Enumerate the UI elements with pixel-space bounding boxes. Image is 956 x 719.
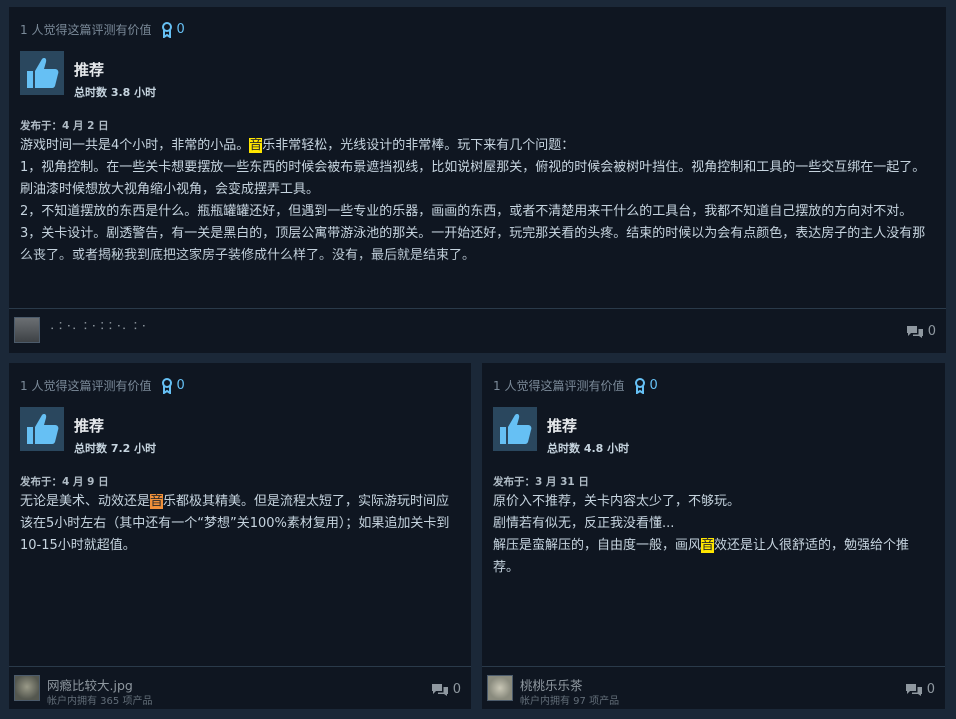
avatar[interactable] xyxy=(14,317,40,343)
recommendation-label: 推荐 xyxy=(74,61,105,79)
award-count: 0 xyxy=(176,378,185,393)
review-body: 原价入不推荐，关卡内容太少了，不够玩。 剧情若有似无，反正我没看懂... 解压是… xyxy=(493,491,933,579)
award-ribbon-icon xyxy=(162,21,173,38)
products-owned: 帐户内拥有 365 项产品 xyxy=(47,696,153,707)
recommendation-label: 推荐 xyxy=(547,417,578,435)
award-ribbon-icon xyxy=(635,377,646,394)
text-fade-overlay xyxy=(20,253,935,291)
review-body: 游戏时间一共是4个小时，非常的小品。音乐非常轻松，光线设计的非常棒。玩下来有几个… xyxy=(20,135,935,291)
review-text: 无论是美术、动效还是 xyxy=(20,494,151,509)
search-highlight: 音 xyxy=(249,138,263,153)
helpful-text: 1 人觉得这篇评测有价值 xyxy=(493,379,625,393)
search-highlight: 音 xyxy=(701,538,715,553)
award-button[interactable]: 0 xyxy=(634,377,658,394)
comment-count: 0 xyxy=(452,682,461,697)
helpful-count-row: 1 人觉得这篇评测有价值 0 xyxy=(20,21,185,38)
review-card: 1 人觉得这篇评测有价值 0 推荐 总时数 7.2 小时 发布于：4 月 9 日… xyxy=(9,363,471,709)
comments-button[interactable]: 0 xyxy=(906,324,936,339)
award-button[interactable]: 0 xyxy=(161,21,185,38)
comment-count: 0 xyxy=(927,324,936,339)
comments-button[interactable]: 0 xyxy=(905,682,935,697)
review-paragraph: 2，不知道摆放的东西是什么。瓶瓶罐罐还好，但遇到一些专业的乐器，画画的东西，或者… xyxy=(20,204,913,219)
review-text: 游戏时间一共是4个小时，非常的小品。 xyxy=(20,138,250,153)
comments-button[interactable]: 0 xyxy=(431,682,461,697)
review-body: 无论是美术、动效还是音乐都极其精美。但是流程太短了，实际游玩时间应该在5小时左右… xyxy=(20,491,460,557)
comment-count: 0 xyxy=(926,682,935,697)
review-footer: 网瘾比较大.jpg 帐户内拥有 365 项产品 0 xyxy=(9,666,471,709)
review-card: 1 人觉得这篇评测有价值 0 推荐 总时数 3.8 小时 发布于：4 月 2 日… xyxy=(9,7,946,353)
award-count: 0 xyxy=(176,22,185,37)
review-card: 1 人觉得这篇评测有价值 0 推荐 总时数 4.8 小时 发布于：3 月 31 … xyxy=(482,363,945,709)
review-text: 解压是蛮解压的，自由度一般，画风 xyxy=(493,538,702,553)
hours-played: 总时数 3.8 小时 xyxy=(74,86,157,99)
review-paragraph: 原价入不推荐，关卡内容太少了，不够玩。 xyxy=(493,494,741,509)
award-button[interactable]: 0 xyxy=(161,377,185,394)
review-text: 乐非常轻松，光线设计的非常棒。玩下来有几个问题： xyxy=(262,138,575,153)
thumbs-up-icon xyxy=(20,407,64,451)
thumbs-up-icon xyxy=(20,51,64,95)
posted-date: 发布于：4 月 2 日 xyxy=(20,120,109,132)
search-highlight: 音 xyxy=(150,494,164,509)
posted-date: 发布于：4 月 9 日 xyxy=(20,476,109,488)
helpful-count-row: 1 人觉得这篇评测有价值 0 xyxy=(493,377,658,394)
helpful-count-row: 1 人觉得这篇评测有价值 0 xyxy=(20,377,185,394)
award-ribbon-icon xyxy=(162,377,173,394)
recommendation-label: 推荐 xyxy=(74,417,105,435)
avatar[interactable] xyxy=(14,675,40,701)
comment-bubble-icon xyxy=(431,683,448,696)
review-footer: 桃桃乐乐茶 帐户内拥有 97 项产品 0 xyxy=(482,666,945,709)
award-count: 0 xyxy=(649,378,658,393)
helpful-text: 1 人觉得这篇评测有价值 xyxy=(20,379,152,393)
hours-played: 总时数 7.2 小时 xyxy=(74,442,157,455)
helpful-text: 1 人觉得这篇评测有价值 xyxy=(20,23,152,37)
thumbs-up-icon xyxy=(493,407,537,451)
comment-bubble-icon xyxy=(905,683,922,696)
hours-played: 总时数 4.8 小时 xyxy=(547,442,630,455)
posted-date: 发布于：3 月 31 日 xyxy=(493,476,589,488)
author-name[interactable]: ⠠⠨⠐⠄⠨⠐⠨⠨⠐⠄⠨⠐ xyxy=(47,322,147,333)
review-paragraph: 1，视角控制。在一些关卡想要摆放一些东西的时候会被布景遮挡视线，比如说树屋那关，… xyxy=(20,160,926,197)
review-paragraph: 剧情若有似无，反正我没看懂... xyxy=(493,516,675,531)
products-owned: 帐户内拥有 97 项产品 xyxy=(520,696,620,707)
avatar[interactable] xyxy=(487,675,513,701)
review-footer: ⠠⠨⠐⠄⠨⠐⠨⠨⠐⠄⠨⠐ 0 xyxy=(9,308,946,353)
comment-bubble-icon xyxy=(906,325,923,338)
